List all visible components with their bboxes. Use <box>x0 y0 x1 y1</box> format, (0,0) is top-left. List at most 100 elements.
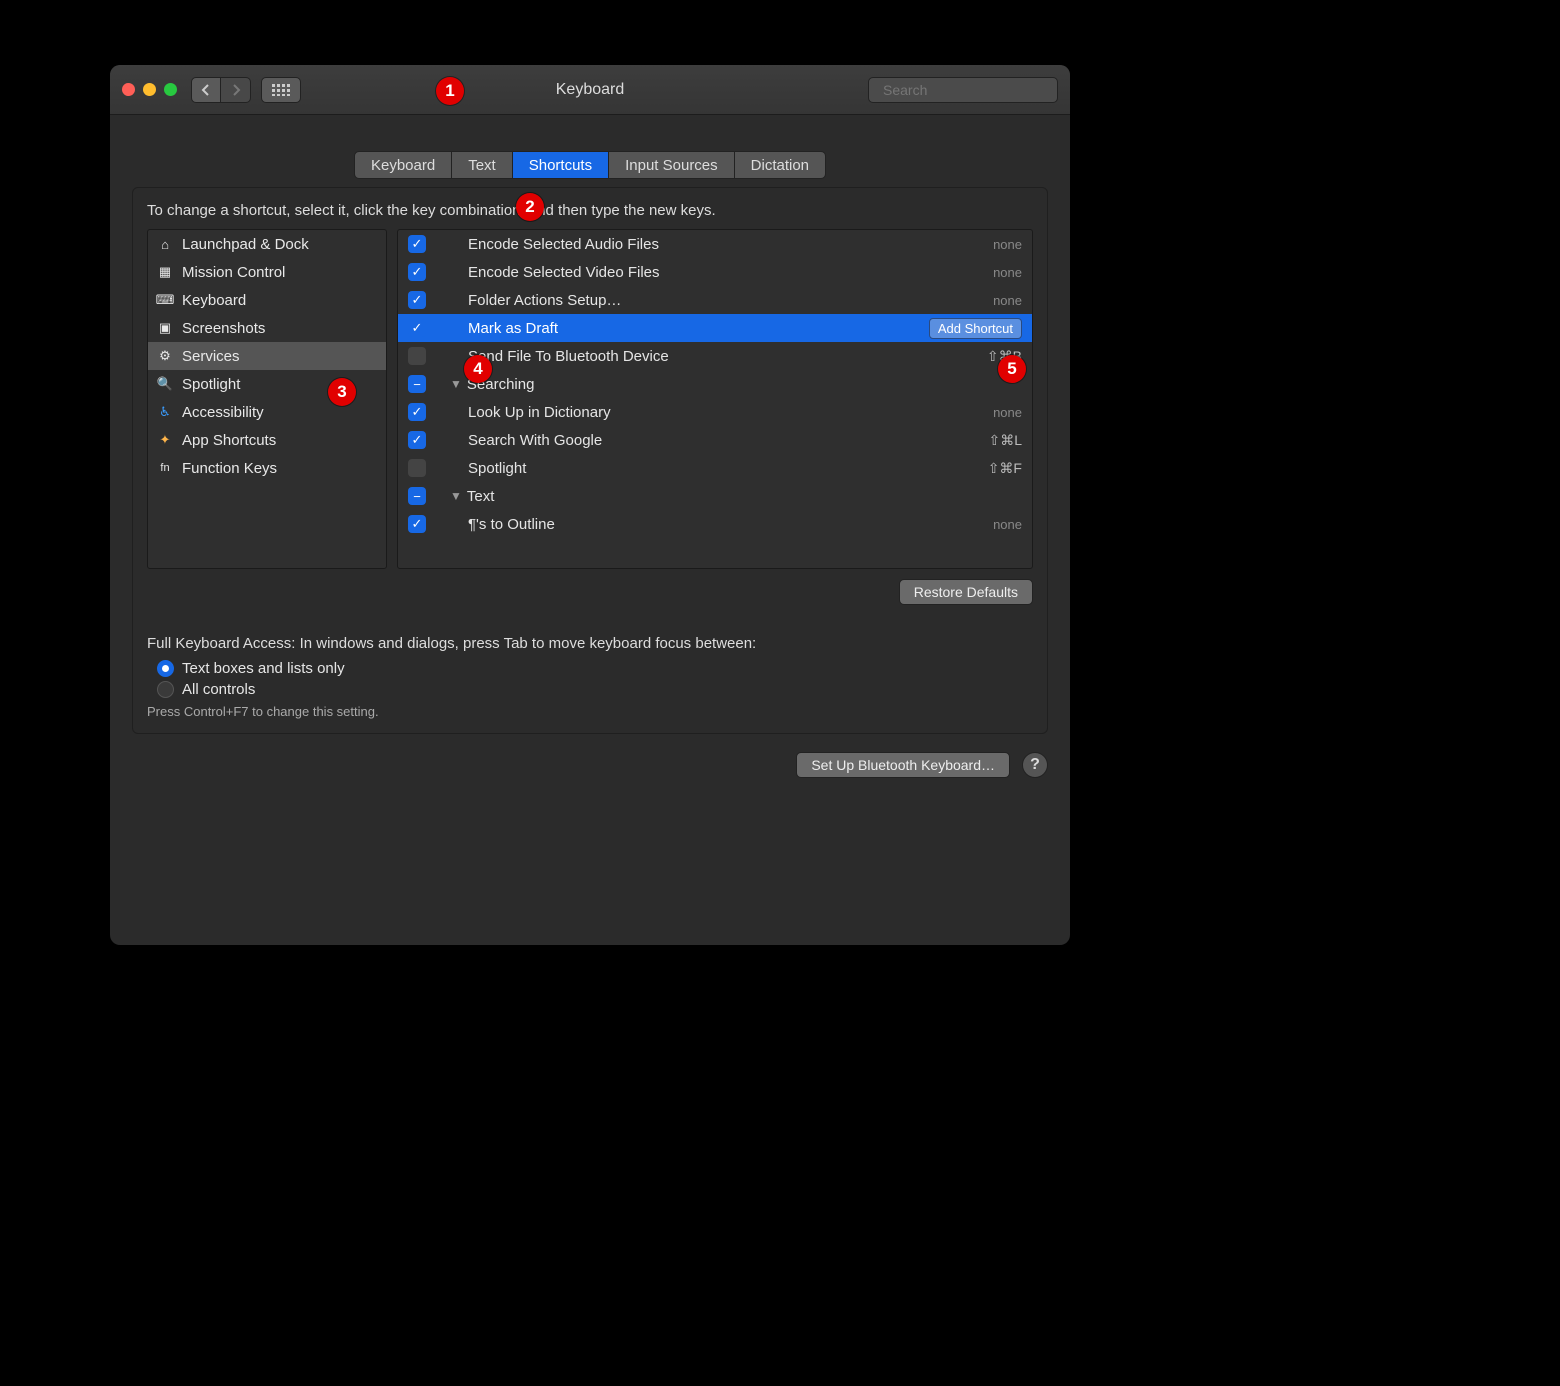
disclosure-triangle-icon[interactable]: ▼ <box>450 489 462 503</box>
shortcut-row[interactable]: ✓ Encode Selected Video Filesnone <box>398 258 1032 286</box>
callout-2: 2 <box>516 193 544 221</box>
radio-checked-icon[interactable] <box>157 660 174 677</box>
tab-input-sources[interactable]: Input Sources <box>609 151 735 179</box>
checkbox[interactable]: ✓ <box>408 319 426 337</box>
app-shortcuts-icon: ✦ <box>156 431 174 449</box>
shortcut-label: Searching <box>467 376 1022 393</box>
checkbox[interactable]: − <box>408 487 426 505</box>
fka-hint: Press Control+F7 to change this setting. <box>147 704 1033 719</box>
zoom-button[interactable] <box>164 83 177 96</box>
shortcut-row[interactable]: ✓ ¶'s to Outlinenone <box>398 510 1032 538</box>
radio-unchecked-icon[interactable] <box>157 681 174 698</box>
minimize-button[interactable] <box>143 83 156 96</box>
shortcut-key: none <box>993 405 1022 420</box>
forward-button[interactable] <box>221 77 251 103</box>
fka-option-textboxes[interactable]: Text boxes and lists only <box>157 660 1033 677</box>
shortcut-label: Mark as Draft <box>468 320 929 337</box>
shortcut-key: ⇧⌘L <box>988 432 1022 449</box>
instruction-text: To change a shortcut, select it, click t… <box>147 202 1033 219</box>
tab-keyboard[interactable]: Keyboard <box>354 151 452 179</box>
shortcuts-panel: To change a shortcut, select it, click t… <box>132 187 1048 734</box>
titlebar: Keyboard <box>110 65 1070 115</box>
spotlight-icon: 🔍 <box>156 375 174 393</box>
shortcut-label: ¶'s to Outline <box>468 516 993 533</box>
category-label: Services <box>182 348 240 365</box>
shortcut-key: none <box>993 517 1022 532</box>
disclosure-triangle-icon[interactable]: ▼ <box>450 377 462 391</box>
search-field[interactable] <box>868 77 1058 103</box>
shortcut-label: Encode Selected Audio Files <box>468 236 993 253</box>
shortcut-key: ⇧⌘F <box>988 460 1022 477</box>
fn-icon: fn <box>156 459 174 477</box>
category-label: Accessibility <box>182 404 264 421</box>
category-function-keys[interactable]: fn Function Keys <box>148 454 386 482</box>
launchpad-icon: ⌂ <box>156 235 174 253</box>
category-label: Spotlight <box>182 376 240 393</box>
shortcut-group-header[interactable]: − ▼ Searching <box>398 370 1032 398</box>
callout-1: 1 <box>436 77 464 105</box>
search-input[interactable] <box>883 82 1064 98</box>
category-label: Keyboard <box>182 292 246 309</box>
shortcut-list[interactable]: ✓Encode Selected Audio Filesnone✓Encode … <box>397 229 1033 569</box>
shortcut-row[interactable]: ✓ Mark as DraftAdd Shortcut <box>398 314 1032 342</box>
help-button[interactable]: ? <box>1022 752 1048 778</box>
checkbox[interactable]: ✓ <box>408 431 426 449</box>
accessibility-icon: ♿︎ <box>156 403 174 421</box>
full-keyboard-access: Full Keyboard Access: In windows and dia… <box>147 635 1033 719</box>
shortcut-label: Text <box>467 488 1022 505</box>
fka-option-all[interactable]: All controls <box>157 681 1033 698</box>
category-label: Launchpad & Dock <box>182 236 309 253</box>
category-keyboard[interactable]: ⌨ Keyboard <box>148 286 386 314</box>
shortcut-label: Encode Selected Video Files <box>468 264 993 281</box>
fka-option-label: Text boxes and lists only <box>182 660 345 677</box>
checkbox[interactable]: ✓ <box>408 403 426 421</box>
checkbox[interactable]: ✓ <box>408 291 426 309</box>
shortcut-label: Search With Google <box>468 432 988 449</box>
add-shortcut-button[interactable]: Add Shortcut <box>929 318 1022 339</box>
shortcut-label: Look Up in Dictionary <box>468 404 993 421</box>
tab-text[interactable]: Text <box>452 151 513 179</box>
window-controls <box>122 83 177 96</box>
checkbox[interactable] <box>408 459 426 477</box>
setup-bluetooth-button[interactable]: Set Up Bluetooth Keyboard… <box>796 752 1010 778</box>
shortcut-row[interactable]: ✓ Encode Selected Audio Filesnone <box>398 230 1032 258</box>
checkbox[interactable]: ✓ <box>408 235 426 253</box>
shortcut-key: none <box>993 293 1022 308</box>
checkbox[interactable]: ✓ <box>408 515 426 533</box>
shortcut-key: none <box>993 237 1022 252</box>
checkbox[interactable]: − <box>408 375 426 393</box>
category-label: Screenshots <box>182 320 265 337</box>
nav-group <box>191 77 251 103</box>
checkbox[interactable] <box>408 347 426 365</box>
tab-dictation[interactable]: Dictation <box>735 151 826 179</box>
shortcut-row[interactable]: Send File To Bluetooth Device⇧⌘B <box>398 342 1032 370</box>
category-label: Function Keys <box>182 460 277 477</box>
show-all-button[interactable] <box>261 77 301 103</box>
category-services[interactable]: ⚙ Services <box>148 342 386 370</box>
category-app-shortcuts[interactable]: ✦ App Shortcuts <box>148 426 386 454</box>
shortcut-row[interactable]: Spotlight⇧⌘F <box>398 454 1032 482</box>
category-mission-control[interactable]: ▦ Mission Control <box>148 258 386 286</box>
category-screenshots[interactable]: ▣ Screenshots <box>148 314 386 342</box>
shortcut-key: none <box>993 265 1022 280</box>
restore-defaults-button[interactable]: Restore Defaults <box>899 579 1033 605</box>
shortcut-row[interactable]: ✓ Search With Google⇧⌘L <box>398 426 1032 454</box>
mission-control-icon: ▦ <box>156 263 174 281</box>
shortcut-row[interactable]: ✓ Look Up in Dictionarynone <box>398 398 1032 426</box>
screenshots-icon: ▣ <box>156 319 174 337</box>
shortcut-label: Send File To Bluetooth Device <box>468 348 987 365</box>
close-button[interactable] <box>122 83 135 96</box>
callout-5: 5 <box>998 355 1026 383</box>
category-label: Mission Control <box>182 264 285 281</box>
shortcut-group-header[interactable]: − ▼ Text <box>398 482 1032 510</box>
category-launchpad-dock[interactable]: ⌂ Launchpad & Dock <box>148 230 386 258</box>
fka-option-label: All controls <box>182 681 255 698</box>
checkbox[interactable]: ✓ <box>408 263 426 281</box>
window-title: Keyboard <box>556 81 625 99</box>
callout-3: 3 <box>328 378 356 406</box>
tab-bar: Keyboard Text Shortcuts Input Sources Di… <box>132 151 1048 179</box>
tab-shortcuts[interactable]: Shortcuts <box>513 151 609 179</box>
shortcut-row[interactable]: ✓Folder Actions Setup…none <box>398 286 1032 314</box>
keyboard-icon: ⌨ <box>156 291 174 309</box>
back-button[interactable] <box>191 77 221 103</box>
